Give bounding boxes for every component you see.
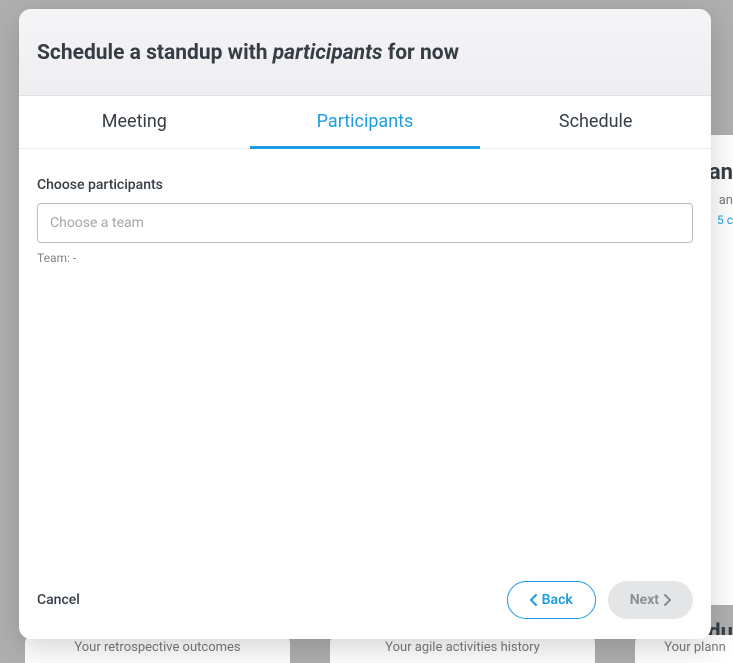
bg-card-planning: Your plann	[635, 635, 733, 663]
bg-card-history: Your agile activities history	[330, 635, 595, 663]
modal-title: Schedule a standup with participants for…	[37, 41, 693, 65]
bg-heading: an	[709, 160, 733, 185]
bg-link: 5 c	[717, 213, 733, 227]
next-button[interactable]: Next	[608, 581, 693, 619]
next-label: Next	[630, 592, 659, 608]
back-label: Back	[542, 592, 573, 608]
bg-subtitle: an	[719, 193, 733, 208]
title-emphasis: participants	[273, 41, 383, 65]
tab-participants[interactable]: Participants	[250, 96, 481, 149]
choose-team-input[interactable]	[37, 203, 693, 243]
tab-schedule[interactable]: Schedule	[480, 96, 711, 149]
chevron-right-icon	[663, 594, 671, 606]
schedule-standup-modal: Schedule a standup with participants for…	[19, 9, 711, 639]
title-pre: Schedule a standup with	[37, 41, 273, 65]
modal-body: Choose participants Team: -	[19, 149, 711, 567]
modal-tabs: Meeting Participants Schedule	[19, 96, 711, 149]
chevron-left-icon	[530, 594, 538, 606]
team-helper-text: Team: -	[37, 251, 693, 265]
title-post: for now	[382, 41, 459, 65]
team-helper-value: -	[73, 251, 76, 265]
back-button[interactable]: Back	[507, 581, 596, 619]
team-helper-prefix: Team:	[37, 251, 73, 265]
bg-card-retrospective: Your retrospective outcomes	[25, 635, 290, 663]
choose-participants-label: Choose participants	[37, 177, 693, 193]
cancel-button[interactable]: Cancel	[37, 592, 80, 608]
modal-footer: Cancel Back Next	[19, 567, 711, 639]
modal-header: Schedule a standup with participants for…	[19, 9, 711, 96]
tab-meeting[interactable]: Meeting	[19, 96, 250, 149]
